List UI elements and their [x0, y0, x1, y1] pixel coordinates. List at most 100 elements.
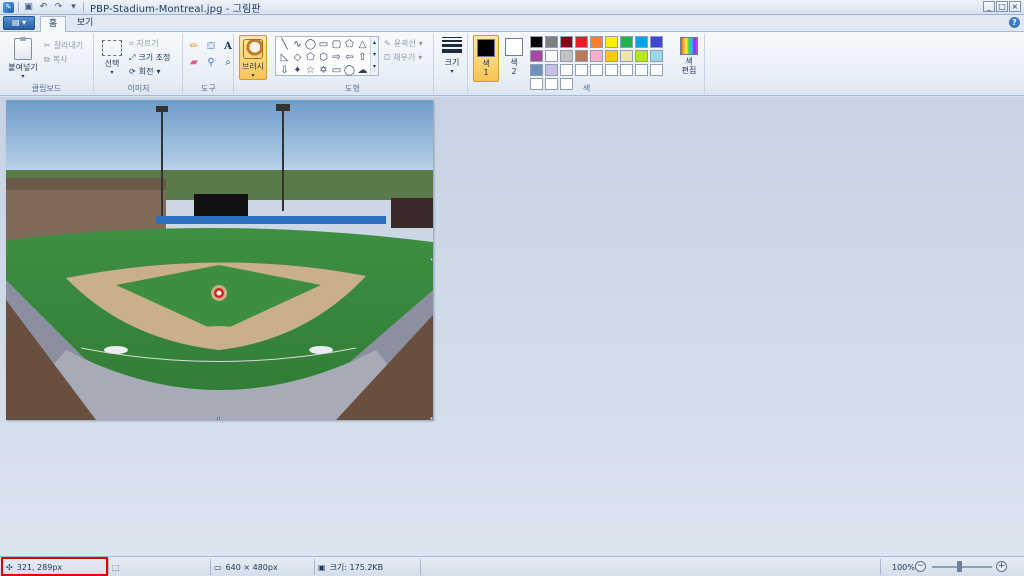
- palette-swatch[interactable]: [605, 36, 618, 48]
- paste-button[interactable]: 붙여넣기 ▾: [6, 37, 40, 80]
- palette-swatch[interactable]: [545, 36, 558, 48]
- tab-view[interactable]: 보기: [74, 16, 96, 32]
- palette-swatch[interactable]: [560, 50, 573, 62]
- palette-swatch[interactable]: [590, 64, 603, 76]
- callout-cloud-shape-icon[interactable]: ☁: [356, 65, 369, 77]
- palette-swatch[interactable]: [575, 36, 588, 48]
- palette-swatch[interactable]: [530, 50, 543, 62]
- palette-swatch[interactable]: [560, 78, 573, 90]
- oval-shape-icon[interactable]: ◯: [304, 39, 317, 51]
- left-arrow-shape-icon[interactable]: ⇦: [343, 52, 356, 64]
- help-icon[interactable]: ?: [1009, 17, 1020, 28]
- size-label: 크기: [444, 58, 460, 67]
- palette-swatch[interactable]: [560, 36, 573, 48]
- line-shape-icon[interactable]: ╲: [278, 39, 291, 51]
- right-triangle-shape-icon[interactable]: ◺: [278, 52, 291, 64]
- palette-swatch[interactable]: [635, 64, 648, 76]
- palette-swatch[interactable]: [605, 64, 618, 76]
- palette-swatch[interactable]: [635, 36, 648, 48]
- palette-swatch[interactable]: [635, 50, 648, 62]
- zoom-slider-thumb[interactable]: [957, 561, 962, 572]
- resize-button[interactable]: ⤢ 크기 조정: [129, 52, 170, 63]
- color-palette: [530, 36, 663, 90]
- zoom-slider-track[interactable]: [932, 566, 992, 568]
- outline-button[interactable]: ✎ 윤곽선 ▾: [384, 38, 423, 49]
- diamond-shape-icon[interactable]: ◇: [291, 52, 304, 64]
- minimize-button[interactable]: _: [983, 1, 995, 12]
- resize-handle-right[interactable]: [430, 258, 433, 261]
- palette-swatch[interactable]: [605, 50, 618, 62]
- edit-colors-button[interactable]: 색 편집: [676, 35, 702, 75]
- palette-swatch[interactable]: [545, 64, 558, 76]
- cut-button[interactable]: ✂ 잘라내기: [44, 40, 83, 51]
- palette-swatch[interactable]: [620, 64, 633, 76]
- palette-swatch[interactable]: [575, 50, 588, 62]
- palette-swatch[interactable]: [590, 36, 603, 48]
- up-arrow-shape-icon[interactable]: ⇧: [356, 52, 369, 64]
- fill-bucket-icon[interactable]: ⛋: [204, 40, 218, 53]
- five-point-star-shape-icon[interactable]: ☆: [304, 65, 317, 77]
- copy-button[interactable]: ⧉ 복사: [44, 54, 67, 65]
- size-button[interactable]: 크기 ▾: [439, 35, 465, 83]
- app-menu-button[interactable]: ▤ ▾: [3, 16, 35, 30]
- six-point-star-shape-icon[interactable]: ✡: [317, 65, 330, 77]
- palette-swatch[interactable]: [620, 36, 633, 48]
- palette-swatch[interactable]: [560, 64, 573, 76]
- rounded-rectangle-shape-icon[interactable]: ▢: [330, 39, 343, 51]
- pentagon-shape-icon[interactable]: ⬠: [304, 52, 317, 64]
- file-size: ▣ 크기: 175.2KB: [318, 560, 383, 574]
- customize-qat-icon[interactable]: ▾: [68, 2, 79, 13]
- tools-group: ✏ ⛋ A ▰ ⚲ ⌕ 도구: [184, 34, 234, 94]
- triangle-shape-icon[interactable]: △: [356, 39, 369, 51]
- palette-swatch[interactable]: [650, 50, 663, 62]
- callout-oval-shape-icon[interactable]: ◯: [343, 65, 356, 77]
- polygon-shape-icon[interactable]: ⬠: [343, 39, 356, 51]
- zoom-in-button[interactable]: +: [996, 561, 1007, 572]
- color-picker-icon[interactable]: ⚲: [204, 56, 218, 69]
- right-arrow-shape-icon[interactable]: ⇨: [330, 52, 343, 64]
- size-dropdown-icon: ▾: [450, 68, 454, 75]
- select-button[interactable]: 선택 ▾: [101, 40, 123, 76]
- brushes-button[interactable]: 브러시 ▾: [239, 35, 267, 80]
- palette-swatch[interactable]: [545, 50, 558, 62]
- palette-swatch[interactable]: [650, 36, 663, 48]
- brushes-dropdown-icon: ▾: [251, 72, 255, 79]
- palette-swatch[interactable]: [530, 78, 543, 90]
- canvas-workspace[interactable]: [0, 97, 1024, 556]
- palette-swatch[interactable]: [620, 50, 633, 62]
- text-tool-icon[interactable]: A: [221, 40, 235, 53]
- palette-swatch[interactable]: [545, 78, 558, 90]
- palette-swatch[interactable]: [530, 36, 543, 48]
- rotate-button[interactable]: ⟳ 회전 ▾: [129, 66, 160, 77]
- paint-icon[interactable]: ✎: [3, 1, 14, 13]
- palette-swatch[interactable]: [530, 64, 543, 76]
- undo-icon[interactable]: ↶: [38, 2, 49, 13]
- crop-button[interactable]: ⌗ 자르기: [129, 38, 159, 49]
- rectangle-shape-icon[interactable]: ▭: [317, 39, 330, 51]
- color1-button[interactable]: 색 1: [473, 35, 499, 82]
- magnifier-icon[interactable]: ⌕: [221, 56, 235, 69]
- curve-shape-icon[interactable]: ∿: [291, 39, 304, 51]
- maximize-button[interactable]: □: [996, 1, 1008, 12]
- palette-swatch[interactable]: [575, 64, 588, 76]
- zoom-out-button[interactable]: −: [915, 561, 926, 572]
- fill-button[interactable]: ⛋ 채우기 ▾: [384, 52, 422, 63]
- color2-button[interactable]: 색 2: [501, 35, 527, 82]
- redo-icon[interactable]: ↷: [53, 2, 64, 13]
- save-icon[interactable]: ▣: [23, 2, 34, 13]
- tab-home[interactable]: 홈: [40, 16, 66, 32]
- hexagon-shape-icon[interactable]: ⬡: [317, 52, 330, 64]
- four-point-star-shape-icon[interactable]: ✦: [291, 65, 304, 77]
- eraser-icon[interactable]: ▰: [187, 56, 201, 69]
- callout-rect-shape-icon[interactable]: ▭: [330, 65, 343, 77]
- palette-swatch[interactable]: [590, 50, 603, 62]
- resize-handle-corner[interactable]: [430, 417, 433, 420]
- canvas-image[interactable]: [6, 100, 433, 420]
- resize-handle-bottom[interactable]: [217, 417, 220, 420]
- palette-swatch[interactable]: [650, 64, 663, 76]
- close-button[interactable]: ×: [1009, 1, 1021, 12]
- shapes-scroll[interactable]: ▴ ▾ ▾: [370, 37, 378, 75]
- pencil-icon[interactable]: ✏: [187, 40, 201, 53]
- rotate-label: 회전: [138, 67, 154, 76]
- down-arrow-shape-icon[interactable]: ⇩: [278, 65, 291, 77]
